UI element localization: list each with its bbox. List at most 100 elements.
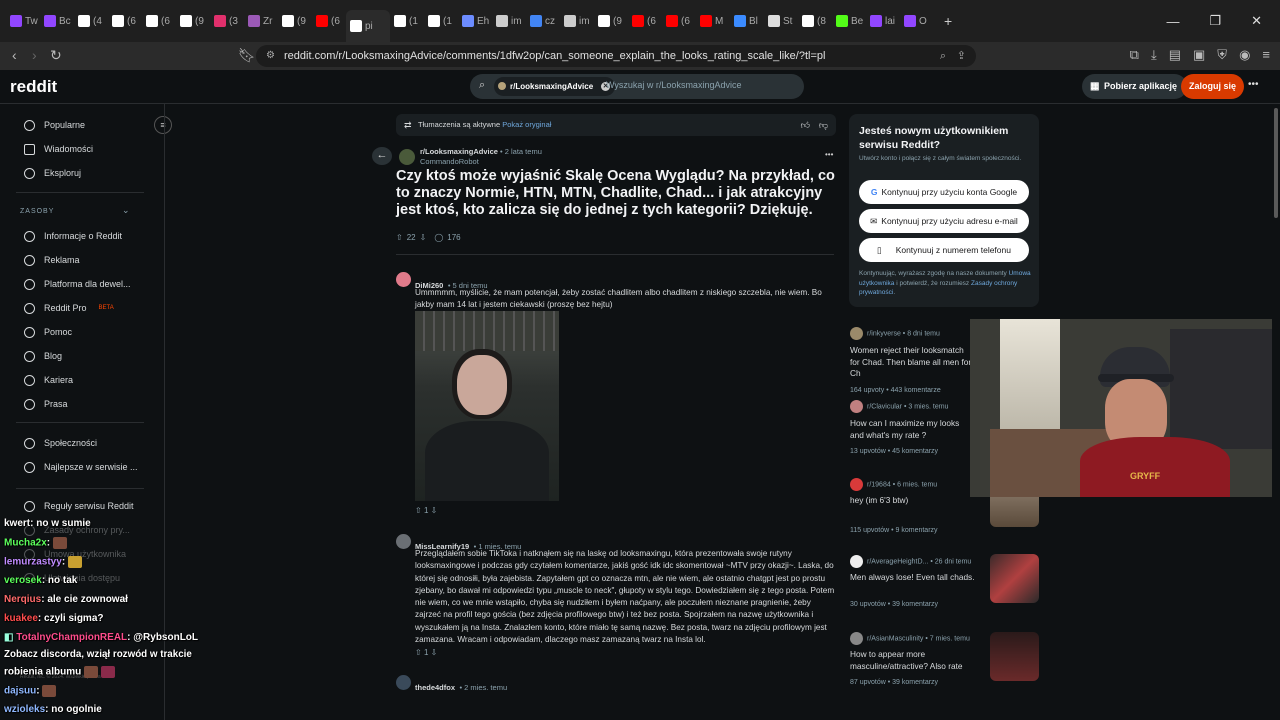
- sidebar-item-press[interactable]: Prasa: [24, 394, 68, 414]
- browser-tab[interactable]: pi: [346, 10, 390, 42]
- related-title[interactable]: hey (im 6'3 btw): [850, 495, 975, 507]
- browser-tab[interactable]: (8: [798, 7, 832, 35]
- browser-tab[interactable]: lai: [866, 7, 900, 35]
- sidebar-item-careers[interactable]: Kariera: [24, 370, 73, 390]
- post-author[interactable]: CommandoRobot: [420, 157, 479, 166]
- subreddit-search-chip[interactable]: r/LooksmaxingAdvice ✕: [494, 77, 616, 96]
- restore-icon[interactable]: ❐: [1209, 13, 1221, 29]
- upvote-icon[interactable]: ⇧: [396, 233, 403, 242]
- reddit-logo[interactable]: reddit: [10, 77, 57, 97]
- email-signin-button[interactable]: ✉ Kontynuuj przy użyciu adresu e-mail: [859, 209, 1029, 233]
- related-subreddit[interactable]: r/Clavicular: [867, 403, 902, 410]
- google-signin-button[interactable]: G Kontynuuj przy użyciu konta Google: [859, 180, 1029, 204]
- site-settings-icon[interactable]: ⚙: [266, 45, 275, 67]
- browser-tab[interactable]: M: [696, 7, 730, 35]
- browser-tab[interactable]: (9: [594, 7, 628, 35]
- browser-tab[interactable]: Be: [832, 7, 866, 35]
- sidebar-item-help[interactable]: Pomoc: [24, 322, 72, 342]
- comment-username[interactable]: thede4dfox: [415, 683, 455, 692]
- chevron-down-icon[interactable]: ⌄: [122, 205, 130, 216]
- related-title[interactable]: How to appear more masculine/attractive?…: [850, 649, 975, 672]
- related-subreddit[interactable]: r/AverageHeightD...: [867, 558, 928, 565]
- related-thumbnail[interactable]: [990, 632, 1039, 681]
- sidebar-item-blog[interactable]: Blog: [24, 346, 62, 366]
- subreddit-avatar[interactable]: [399, 149, 415, 165]
- browser-tab[interactable]: St: [764, 7, 798, 35]
- resources-heading[interactable]: ZASOBY: [20, 208, 54, 215]
- subreddit-link[interactable]: r/LooksmaxingAdvice: [420, 147, 498, 156]
- related-subreddit[interactable]: r/inkyverse: [867, 330, 901, 337]
- downvote-icon[interactable]: ⇩: [431, 648, 438, 657]
- scrollbar-thumb[interactable]: [1274, 108, 1278, 218]
- account-icon[interactable]: ◉: [1239, 47, 1250, 63]
- related-title[interactable]: Men always lose! Even tall chads.: [850, 572, 975, 584]
- browser-tab[interactable]: O: [900, 7, 934, 35]
- browser-tab[interactable]: (6: [662, 7, 696, 35]
- sidebar-item-developers[interactable]: Platforma dla dewel...: [24, 274, 131, 294]
- upvote-icon[interactable]: ⇧: [415, 648, 422, 657]
- minimize-icon[interactable]: —: [1166, 14, 1179, 29]
- avatar[interactable]: [396, 534, 411, 549]
- phone-signin-button[interactable]: ▯ Kontynuuj z numerem telefonu: [859, 238, 1029, 262]
- login-button[interactable]: Zaloguj się: [1181, 74, 1245, 99]
- downvote-icon[interactable]: ⇩: [420, 233, 427, 242]
- browser-tab[interactable]: (4: [74, 7, 108, 35]
- reload-icon[interactable]: ↻: [50, 47, 62, 64]
- browser-tab[interactable]: Eh: [458, 7, 492, 35]
- sidebar-item-popular[interactable]: Popularne: [24, 115, 85, 135]
- sidebar-icon[interactable]: ▤: [1169, 47, 1181, 63]
- forward-icon[interactable]: ›: [32, 47, 37, 63]
- show-original-link[interactable]: Pokaż oryginał: [502, 120, 551, 129]
- thumbs-down-icon[interactable]: 👎︎: [819, 114, 828, 136]
- browser-tab[interactable]: (1: [424, 7, 458, 35]
- browser-tab[interactable]: Tw: [6, 7, 40, 35]
- collapse-sidebar-icon[interactable]: ≡: [154, 116, 172, 134]
- browser-tab[interactable]: (1: [390, 7, 424, 35]
- back-icon[interactable]: ‹: [12, 47, 17, 63]
- sidebar-item-ads[interactable]: Reklama: [24, 250, 80, 270]
- sidebar-item-best[interactable]: Najlepsze w serwisie ...: [24, 457, 138, 477]
- avatar[interactable]: [396, 272, 411, 287]
- avatar[interactable]: [396, 675, 411, 690]
- related-subreddit[interactable]: r/AsianMasculinity: [867, 635, 923, 642]
- browser-tab[interactable]: cz: [526, 7, 560, 35]
- sidebar-item-explore[interactable]: Eksploruj: [24, 163, 81, 183]
- sidebar-item-news[interactable]: Wiadomości: [24, 139, 93, 159]
- related-title[interactable]: Women reject their looksmatch for Chad. …: [850, 345, 975, 380]
- browser-tab[interactable]: (9: [278, 7, 312, 35]
- url-field[interactable]: ⚙ reddit.com/r/LooksmaxingAdvice/comment…: [256, 45, 976, 67]
- page-scrollbar[interactable]: [1272, 104, 1280, 720]
- thumbs-up-icon[interactable]: 👍︎: [801, 114, 810, 136]
- browser-tab[interactable]: (9: [176, 7, 210, 35]
- search-bar[interactable]: ⌕ r/LooksmaxingAdvice ✕ Wyszukaj w r/Loo…: [470, 74, 804, 99]
- browser-tab[interactable]: Zr: [244, 7, 278, 35]
- back-arrow-icon[interactable]: ←: [372, 147, 392, 165]
- extensions-icon[interactable]: ⧉: [1130, 47, 1139, 63]
- sidebar-item-reddit-pro[interactable]: Reddit Pro BETA: [24, 298, 114, 318]
- sidebar-item-about[interactable]: Informacje o Reddit: [24, 226, 122, 246]
- downvote-icon[interactable]: ⇩: [431, 506, 438, 515]
- share-icon[interactable]: ⇪: [957, 45, 966, 67]
- related-title[interactable]: How can I maximize my looks and what's m…: [850, 418, 975, 441]
- more-options-icon[interactable]: •••: [1248, 79, 1259, 90]
- browser-tab[interactable]: im: [560, 7, 594, 35]
- get-app-button[interactable]: ▦ Pobierz aplikację: [1082, 74, 1188, 99]
- comment-icon[interactable]: ◯: [434, 233, 443, 242]
- browser-tab[interactable]: (6: [628, 7, 662, 35]
- downloads-icon[interactable]: ⤓: [1151, 47, 1157, 63]
- new-tab-button[interactable]: +: [944, 13, 952, 29]
- related-subreddit[interactable]: r/19684: [867, 481, 891, 488]
- upvote-icon[interactable]: ⇧: [415, 506, 422, 515]
- browser-tab[interactable]: (3: [210, 7, 244, 35]
- post-options-icon[interactable]: •••: [825, 150, 833, 159]
- browser-tab[interactable]: (6: [108, 7, 142, 35]
- zoom-icon[interactable]: ⌕: [940, 45, 946, 67]
- sidebar-item-communities[interactable]: Społeczności: [24, 433, 97, 453]
- related-thumbnail[interactable]: [990, 554, 1039, 603]
- bookmark-icon[interactable]: 🔖︎: [238, 47, 256, 64]
- wallet-icon[interactable]: ▣: [1193, 47, 1205, 63]
- browser-tab[interactable]: Bl: [730, 7, 764, 35]
- close-icon[interactable]: ✕: [1251, 13, 1262, 29]
- shield-icon[interactable]: ⛨: [1217, 47, 1227, 63]
- menu-icon[interactable]: ≡: [1262, 47, 1270, 63]
